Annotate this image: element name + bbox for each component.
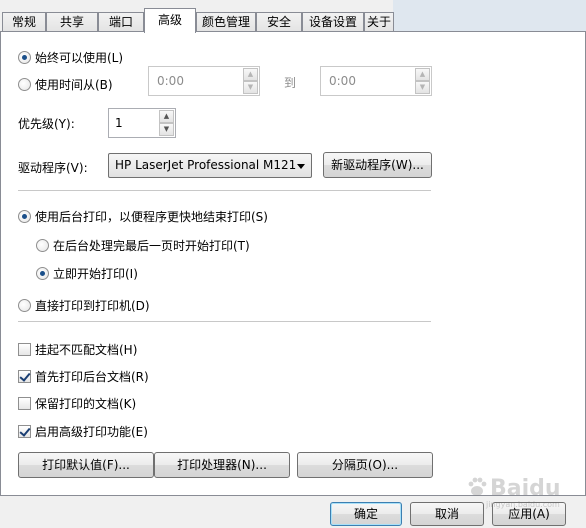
available-from-radio[interactable] [18,78,31,91]
driver-selected-value: HP LaserJet Professional M121 [115,158,297,172]
priority-label: 优先级(Y): [18,117,75,131]
available-to-time-value: 0:00 [329,74,356,88]
print-spooled-first-option[interactable]: 首先打印后台文档(R) [18,368,149,385]
spin-up-icon[interactable]: ▲ [159,110,174,123]
baidu-watermark: Baidu jingyan.baidu.com [446,474,566,514]
priority-value: 1 [115,116,123,130]
print-processor-button[interactable]: 打印处理器(N)... [154,452,290,478]
print-spooled-first-label: 首先打印后台文档(R) [35,370,149,384]
spool-label: 使用后台打印，以便程序更快地结束打印(S) [35,210,268,224]
available-to-spinner[interactable]: ▲ ▼ [415,68,430,94]
watermark-brand: Baidu [490,476,561,501]
separator [18,321,431,322]
tab-about[interactable]: 关于 [364,12,394,32]
separator [18,190,431,191]
print-direct-label: 直接打印到打印机(D) [35,299,150,313]
printing-defaults-button[interactable]: 打印默认值(F)... [18,452,154,478]
tab-device-settings[interactable]: 设备设置 [302,12,364,32]
start-after-last-page-option[interactable]: 在后台处理完最后一页时开始打印(T) [36,237,250,254]
ok-button[interactable]: 确定 [330,502,402,526]
priority-field[interactable]: 1 ▲ ▼ [108,108,176,138]
available-from-option[interactable]: 使用时间从(B) [18,76,113,93]
available-from-time-value: 0:00 [157,74,184,88]
advanced-features-option[interactable]: 启用高级打印功能(E) [18,423,148,440]
spool-radio[interactable] [18,210,31,223]
always-available-radio[interactable] [18,51,31,64]
start-immediately-label: 立即开始打印(I) [53,267,138,281]
watermark-url: jingyan.baidu.com [486,500,560,509]
available-to-time-field[interactable]: 0:00 ▲ ▼ [320,66,432,96]
spin-down-icon[interactable]: ▼ [159,123,174,136]
spin-up-icon[interactable]: ▲ [243,68,258,81]
start-immediately-radio[interactable] [36,267,49,280]
tab-general[interactable]: 常规 [2,12,46,32]
paw-icon [468,477,487,496]
keep-printed-checkbox[interactable] [18,397,31,410]
driver-dropdown[interactable]: HP LaserJet Professional M121 [108,153,312,178]
available-from-time-field[interactable]: 0:00 ▲ ▼ [148,66,260,96]
keep-printed-option[interactable]: 保留打印的文档(K) [18,395,136,412]
tab-sharing[interactable]: 共享 [46,12,98,32]
hold-mismatched-label: 挂起不匹配文档(H) [35,343,138,357]
time-to-label: 到 [284,76,297,90]
tab-security[interactable]: 安全 [256,12,302,32]
start-after-last-page-label: 在后台处理完最后一页时开始打印(T) [53,239,250,253]
always-available-option[interactable]: 始终可以使用(L) [18,49,123,66]
tab-ports[interactable]: 端口 [98,12,144,32]
tab-color-management[interactable]: 颜色管理 [196,12,256,32]
tab-strip-background [393,0,586,32]
new-driver-button[interactable]: 新驱动程序(W)... [323,152,432,178]
separator-page-button[interactable]: 分隔页(O)... [297,452,433,478]
advanced-features-checkbox[interactable] [18,425,31,438]
advanced-features-label: 启用高级打印功能(E) [35,425,148,439]
start-after-last-page-radio[interactable] [36,239,49,252]
chevron-down-icon [297,164,305,169]
start-immediately-option[interactable]: 立即开始打印(I) [36,265,138,282]
print-spooled-first-checkbox[interactable] [18,370,31,383]
tab-advanced[interactable]: 高级 [144,8,196,33]
driver-label: 驱动程序(V): [18,161,88,175]
available-from-spinner[interactable]: ▲ ▼ [243,68,258,94]
keep-printed-label: 保留打印的文档(K) [35,397,137,411]
spin-up-icon[interactable]: ▲ [415,68,430,81]
available-from-label: 使用时间从(B) [35,78,113,92]
spin-down-icon[interactable]: ▼ [243,81,258,94]
priority-spinner[interactable]: ▲ ▼ [159,110,174,136]
hold-mismatched-option[interactable]: 挂起不匹配文档(H) [18,341,137,358]
print-direct-option[interactable]: 直接打印到打印机(D) [18,297,150,314]
always-available-label: 始终可以使用(L) [35,51,124,65]
tab-strip: 常规 共享 端口 高级 颜色管理 安全 设备设置 关于 [0,0,586,33]
print-direct-radio[interactable] [18,299,31,312]
hold-mismatched-checkbox[interactable] [18,343,31,356]
spool-option[interactable]: 使用后台打印，以便程序更快地结束打印(S) [18,208,268,225]
spin-down-icon[interactable]: ▼ [415,81,430,94]
